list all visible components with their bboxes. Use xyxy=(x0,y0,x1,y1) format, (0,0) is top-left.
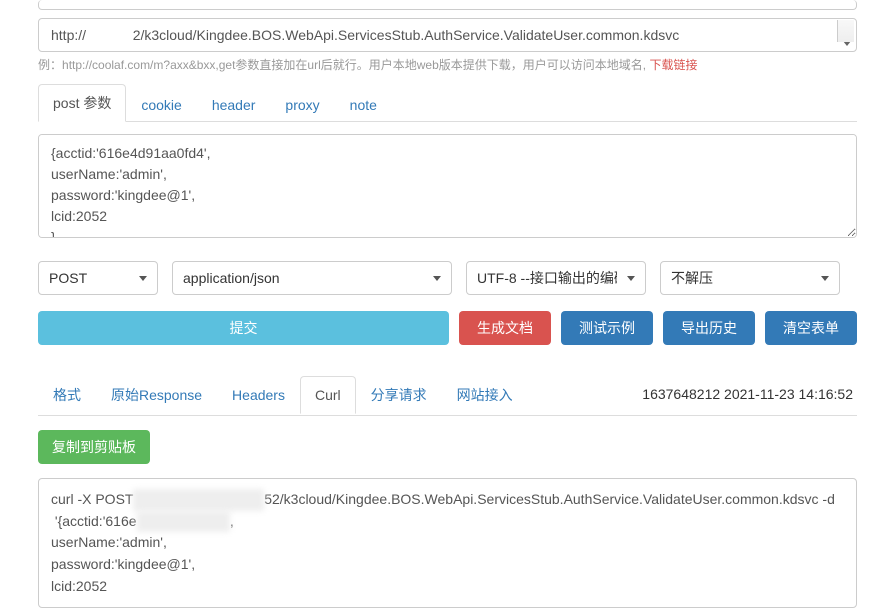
method-select-value: POST xyxy=(49,270,87,286)
tab-headers[interactable]: Headers xyxy=(217,376,300,414)
url-input-wrap xyxy=(38,12,857,52)
charset-select[interactable]: UTF-8 --接口输出的编码 xyxy=(466,261,646,295)
tab-site-integration[interactable]: 网站接入 xyxy=(442,374,528,416)
request-body-textarea[interactable] xyxy=(38,134,857,238)
tab-format[interactable]: 格式 xyxy=(38,374,96,416)
timestamp-label: 1637648212 2021-11-23 14:16:52 xyxy=(642,386,857,402)
tab-post-params[interactable]: post 参数 xyxy=(38,84,126,122)
curl-text-l3: userName:'admin', xyxy=(51,534,167,550)
param-tabs: post 参数 cookie header proxy note xyxy=(38,83,857,122)
hint-line: 例：http://coolaf.com/m?axx&bxx,get参数直接加在u… xyxy=(38,56,857,73)
curl-text-l2b: , xyxy=(230,513,234,529)
redacted-host-1: XXXXXXXXXXXXXX xyxy=(133,489,264,511)
url-input[interactable] xyxy=(38,18,857,52)
curl-output-box: curl -X POSTXXXXXXXXXXXXXX52/k3cloud/Kin… xyxy=(38,478,857,608)
curl-text-l5: lcid:2052 xyxy=(51,578,107,594)
submit-button[interactable]: 提交 xyxy=(38,311,449,345)
curl-text-l4: password:'kingdee@1', xyxy=(51,556,195,572)
content-type-select-value: application/json xyxy=(183,270,280,286)
export-history-button[interactable]: 导出历史 xyxy=(663,311,755,345)
caret-down-icon xyxy=(139,276,147,281)
curl-text-l1b: 52/k3cloud/Kingdee.BOS.WebApi.ServicesSt… xyxy=(264,491,835,507)
tab-cookie[interactable]: cookie xyxy=(126,88,196,122)
curl-text-l1a: curl -X POST xyxy=(51,491,133,507)
redacted-acctid: XXXXXXXXXX xyxy=(137,511,230,533)
content-type-select[interactable]: application/json xyxy=(172,261,452,295)
caret-down-icon xyxy=(821,276,829,281)
tab-curl[interactable]: Curl xyxy=(300,376,356,414)
top-input-edge xyxy=(38,0,857,10)
hint-prefix: 例： xyxy=(38,58,62,72)
tab-proxy[interactable]: proxy xyxy=(270,88,334,122)
action-buttons-row: 提交 生成文档 测试示例 导出历史 清空表单 xyxy=(38,311,857,345)
test-example-button[interactable]: 测试示例 xyxy=(561,311,653,345)
tab-note[interactable]: note xyxy=(335,88,392,122)
clear-form-button[interactable]: 清空表单 xyxy=(765,311,857,345)
selects-row: POST application/json UTF-8 --接口输出的编码 不解… xyxy=(38,261,857,295)
response-tabs: 格式 原始Response Headers Curl 分享请求 网站接入 163… xyxy=(38,373,857,416)
url-spinner-up-icon[interactable] xyxy=(843,22,851,27)
decompress-select[interactable]: 不解压 xyxy=(660,261,840,295)
hint-example-url: http://coolaf.com/m?axx&bxx, xyxy=(62,58,219,72)
generate-doc-button[interactable]: 生成文档 xyxy=(459,311,551,345)
curl-text-l2a: '{acctid:'616e xyxy=(51,513,137,529)
tab-share-request[interactable]: 分享请求 xyxy=(356,374,442,416)
charset-select-value: UTF-8 --接口输出的编码 xyxy=(477,268,617,288)
copy-to-clipboard-button[interactable]: 复制到剪贴板 xyxy=(38,430,150,464)
method-select[interactable]: POST xyxy=(38,261,158,295)
url-spinner-down-icon[interactable] xyxy=(843,41,851,46)
caret-down-icon xyxy=(433,276,441,281)
download-link[interactable]: 下载链接 xyxy=(649,58,697,72)
caret-down-icon xyxy=(627,276,635,281)
tab-raw-response[interactable]: 原始Response xyxy=(96,374,217,416)
tab-header[interactable]: header xyxy=(197,88,271,122)
hint-cn-text: get参数直接加在url后就行。用户本地web版本提供下载，用户可以访问本地域名… xyxy=(219,58,650,72)
decompress-select-value: 不解压 xyxy=(671,268,713,288)
